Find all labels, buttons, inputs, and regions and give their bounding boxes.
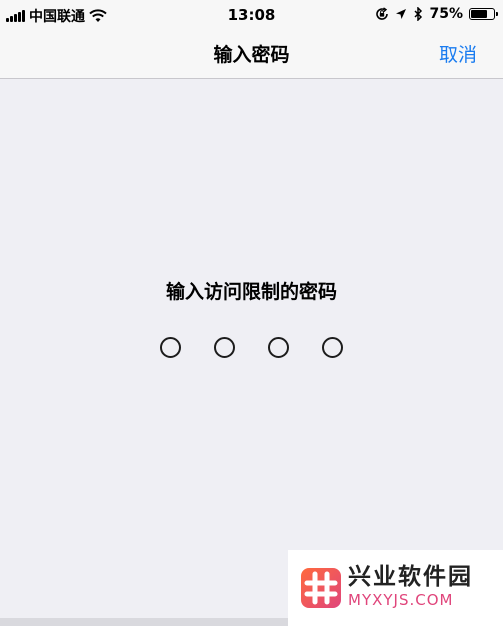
orientation-lock-icon <box>376 7 389 20</box>
battery-fill <box>471 10 487 18</box>
passcode-dots <box>0 335 503 361</box>
watermark-text: 兴业软件园 MYXYJS.COM <box>348 564 473 610</box>
passcode-dot <box>160 337 181 358</box>
bottom-divider <box>0 618 288 626</box>
battery-icon <box>469 8 498 20</box>
watermark-url: MYXYJS.COM <box>348 591 454 609</box>
watermark-logo-icon <box>301 568 341 608</box>
location-icon <box>396 9 407 19</box>
cancel-button[interactable]: 取消 <box>439 40 477 67</box>
bluetooth-icon <box>414 7 423 21</box>
passcode-dot <box>268 337 289 358</box>
watermark: 兴业软件园 MYXYJS.COM <box>288 550 503 626</box>
passcode-dot <box>322 337 343 358</box>
page-title: 输入密码 <box>213 44 290 66</box>
battery-percent: 75% <box>429 6 463 22</box>
navigation-bar: 输入密码 取消 <box>0 30 503 79</box>
passcode-dot <box>214 337 235 358</box>
status-right: 75% <box>375 6 498 22</box>
status-bar: 中国联通 13:08 75% <box>0 0 503 30</box>
passcode-prompt: 输入访问限制的密码 <box>165 281 337 303</box>
watermark-name: 兴业软件园 <box>348 564 473 590</box>
